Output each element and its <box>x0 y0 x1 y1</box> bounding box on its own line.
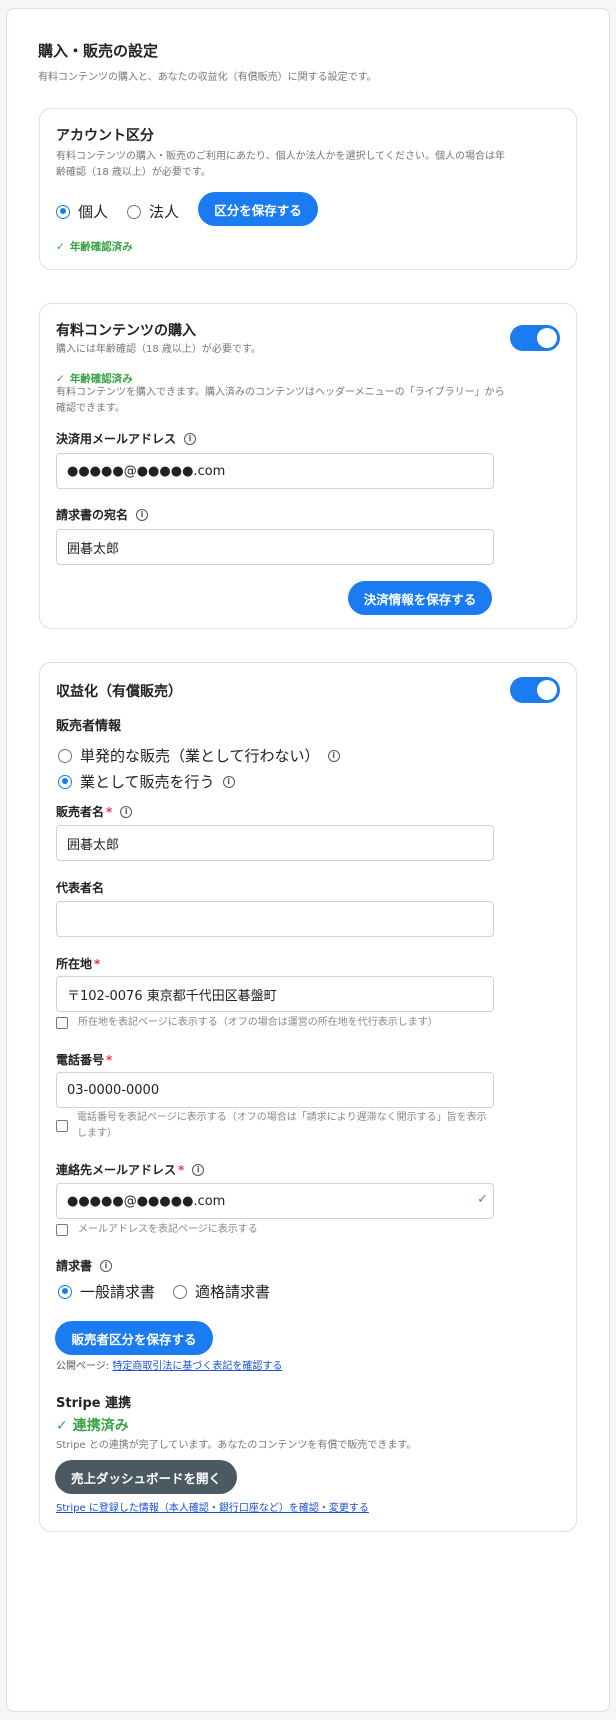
radio-selected-icon <box>58 1284 72 1299</box>
monetization-title: 収益化（有償販売） <box>56 684 182 700</box>
purchase-toggle[interactable] <box>510 325 560 351</box>
payment-email-label: 決済用メールアドレス i <box>56 430 197 447</box>
radio-unselected-icon <box>127 204 141 219</box>
phone-display-checkbox[interactable]: 電話番号を表記ページに表示する（オフの場合は「請求により遅滞なく開示する」旨を表… <box>56 1110 487 1142</box>
save-seller-type-button[interactable]: 販売者区分を保存する <box>55 1321 213 1355</box>
radio-business-sale[interactable]: 業として販売を行う i <box>58 771 235 792</box>
info-icon[interactable]: i <box>222 775 235 788</box>
purchase-age-verified-status: ✓ 年齢確認済み <box>56 373 133 385</box>
required-mark: * <box>178 1162 185 1177</box>
address-input[interactable] <box>56 976 494 1012</box>
monetization-toggle[interactable] <box>510 677 560 703</box>
checkbox-icon <box>56 1017 68 1029</box>
purchase-description: 購入には年齢確認（18 歳以上）が必要です。 <box>56 344 261 355</box>
radio-unselected-icon <box>173 1284 187 1299</box>
payment-email-input[interactable] <box>56 453 494 489</box>
save-payment-button[interactable]: 決済情報を保存する <box>348 581 492 615</box>
contact-email-input[interactable] <box>56 1183 494 1219</box>
stripe-title: Stripe 連携 <box>56 1396 132 1411</box>
save-account-type-button[interactable]: 区分を保存する <box>198 192 318 226</box>
page-subtitle: 有料コンテンツの購入と、あなたの収益化（有償販売）に関する設定です。 <box>38 72 377 83</box>
phone-input[interactable] <box>56 1072 494 1108</box>
account-type-title: アカウント区分 <box>56 128 154 144</box>
account-type-card: アカウント区分 有料コンテンツの購入・販売のご利用にあたり、個人か法人かを選択し… <box>39 108 577 270</box>
contact-email-field: ✓ <box>40 1183 510 1219</box>
stripe-status: ✓ 連携済み <box>56 1418 129 1434</box>
representative-label: 代表者名 <box>56 881 105 895</box>
legal-notice-link[interactable]: 特定商取引法に基づく表記を確認する <box>112 1361 282 1372</box>
seller-name-input[interactable] <box>56 825 494 861</box>
valid-check-icon: ✓ <box>477 1192 488 1207</box>
invoice-name-input[interactable] <box>56 529 494 565</box>
stripe-description: Stripe との連携が完了しています。あなたのコンテンツを有償で販売できます。 <box>56 1440 417 1451</box>
radio-unselected-icon <box>58 748 72 763</box>
check-icon: ✓ <box>56 241 65 253</box>
checkbox-icon <box>56 1224 68 1236</box>
contact-email-label: 連絡先メールアドレス * i <box>56 1161 205 1178</box>
page-title: 購入・販売の設定 <box>38 42 159 60</box>
check-icon: ✓ <box>56 373 65 385</box>
address-display-checkbox[interactable]: 所在地を表記ページに表示する（オフの場合は運営の所在地を代行表示します） <box>56 1015 438 1031</box>
check-icon: ✓ <box>56 1418 68 1434</box>
required-mark: * <box>94 956 101 971</box>
info-icon[interactable]: i <box>327 749 340 762</box>
address-label: 所在地 * <box>56 956 101 972</box>
radio-selected-icon <box>56 204 70 219</box>
phone-label: 電話番号 * <box>56 1052 113 1068</box>
radio-occasional-sale[interactable]: 単発的な販売（業として行わない） i <box>58 745 340 766</box>
purchase-info-text: 有料コンテンツを購入できます。購入済みのコンテンツはヘッダーメニューの「ライブラ… <box>56 387 505 414</box>
representative-input[interactable] <box>56 901 494 937</box>
info-icon[interactable]: i <box>120 805 133 818</box>
stripe-info-link[interactable]: Stripe に登録した情報（本人確認・銀行口座など）を確認・変更する <box>56 1503 369 1514</box>
checkbox-icon <box>56 1120 68 1132</box>
info-icon[interactable]: i <box>192 1163 205 1176</box>
account-type-description: 有料コンテンツの購入・販売のご利用にあたり、個人か法人かを選択してください。個人… <box>56 151 505 178</box>
seller-name-label: 販売者名 * i <box>56 803 133 820</box>
stripe-link-row: Stripe に登録した情報（本人確認・銀行口座など）を確認・変更する <box>56 1501 369 1517</box>
age-verified-status: ✓ 年齢確認済み <box>56 241 133 253</box>
info-icon[interactable]: i <box>100 1259 113 1272</box>
purchase-card: 有料コンテンツの購入 購入には年齢確認（18 歳以上）が必要です。 ✓ 年齢確認済… <box>39 303 577 629</box>
seller-info-title: 販売者情報 <box>56 719 122 734</box>
radio-corporate[interactable]: 法人 <box>127 201 179 222</box>
radio-selected-icon <box>58 774 72 789</box>
info-icon[interactable]: i <box>184 432 197 445</box>
open-sales-dashboard-button[interactable]: 売上ダッシュボードを開く <box>55 1460 237 1494</box>
radio-qualified-invoice[interactable]: 適格請求書 <box>173 1281 270 1302</box>
public-page-row: 公開ページ: 特定商取引法に基づく表記を確認する <box>56 1361 283 1372</box>
info-icon[interactable]: i <box>136 508 149 521</box>
monetization-card: 収益化（有償販売） 販売者情報 単発的な販売（業として行わない） i 業として販… <box>39 662 577 1532</box>
required-mark: * <box>106 1052 113 1067</box>
invoice-label: 請求書 i <box>56 1257 113 1274</box>
contact-email-display-checkbox[interactable]: メールアドレスを表記ページに表示する <box>56 1222 258 1238</box>
radio-individual[interactable]: 個人 <box>56 201 108 222</box>
radio-general-invoice[interactable]: 一般請求書 <box>58 1281 155 1302</box>
required-mark: * <box>106 804 113 819</box>
purchase-title: 有料コンテンツの購入 <box>56 323 196 339</box>
invoice-name-label: 請求書の宛名 i <box>56 506 149 523</box>
